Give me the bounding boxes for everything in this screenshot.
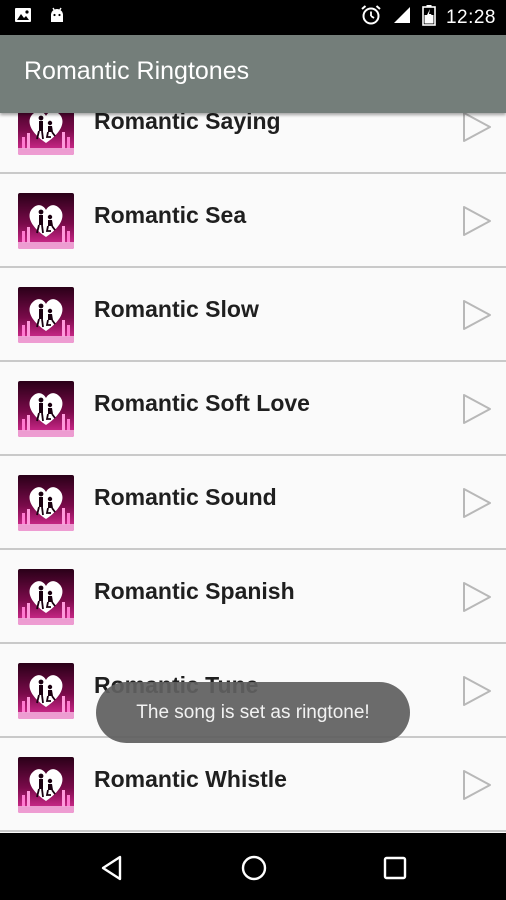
play-icon[interactable]	[461, 486, 493, 520]
list-item[interactable]: Romantic Spanish	[0, 550, 506, 644]
list-item[interactable]: Romantic Sea	[0, 174, 506, 268]
couple-heart-icon	[18, 757, 74, 813]
status-bar: 12:28	[0, 0, 506, 35]
play-icon[interactable]	[461, 392, 493, 426]
toast-notification: The song is set as ringtone!	[96, 682, 410, 743]
couple-heart-icon	[18, 569, 74, 625]
list-item[interactable]: Romantic Soft Love	[0, 362, 506, 456]
clock-time: 12:28	[445, 6, 496, 28]
signal-icon	[392, 5, 412, 30]
play-icon[interactable]	[461, 298, 493, 332]
navigation-bar	[0, 833, 506, 900]
list-item[interactable]: Romantic Saying	[0, 113, 506, 174]
list-item[interactable]: Romantic Slow	[0, 268, 506, 362]
ringtone-title: Romantic Spanish	[94, 578, 295, 604]
toast-message: The song is set as ringtone!	[136, 702, 370, 723]
android-icon	[48, 6, 66, 29]
couple-heart-icon	[18, 381, 74, 437]
couple-heart-icon	[18, 287, 74, 343]
app-title: Romantic Ringtones	[24, 57, 250, 85]
app-bar: Romantic Ringtones	[0, 35, 506, 113]
couple-heart-icon	[18, 663, 74, 719]
alarm-icon	[360, 4, 382, 31]
back-icon[interactable]	[98, 853, 128, 883]
battery-charging-icon	[422, 4, 436, 31]
play-icon[interactable]	[461, 113, 493, 144]
ringtone-title: Romantic Sea	[94, 202, 247, 228]
couple-heart-icon	[18, 193, 74, 249]
play-icon[interactable]	[461, 768, 493, 802]
home-icon[interactable]	[239, 853, 269, 883]
list-item[interactable]: Romantic Sound	[0, 456, 506, 550]
list-item[interactable]: Romantic Whistle	[0, 738, 506, 832]
ringtone-title: Romantic Saying	[94, 113, 281, 134]
ringtone-title: Romantic Slow	[94, 296, 259, 322]
ringtone-title: Romantic Sound	[94, 484, 277, 510]
couple-heart-icon	[18, 113, 74, 155]
couple-heart-icon	[18, 475, 74, 531]
play-icon[interactable]	[461, 580, 493, 614]
ringtone-title: Romantic Whistle	[94, 766, 287, 792]
recents-icon[interactable]	[380, 853, 410, 883]
image-icon	[14, 6, 32, 29]
play-icon[interactable]	[461, 674, 493, 708]
ringtone-title: Romantic Soft Love	[94, 390, 310, 416]
play-icon[interactable]	[461, 204, 493, 238]
